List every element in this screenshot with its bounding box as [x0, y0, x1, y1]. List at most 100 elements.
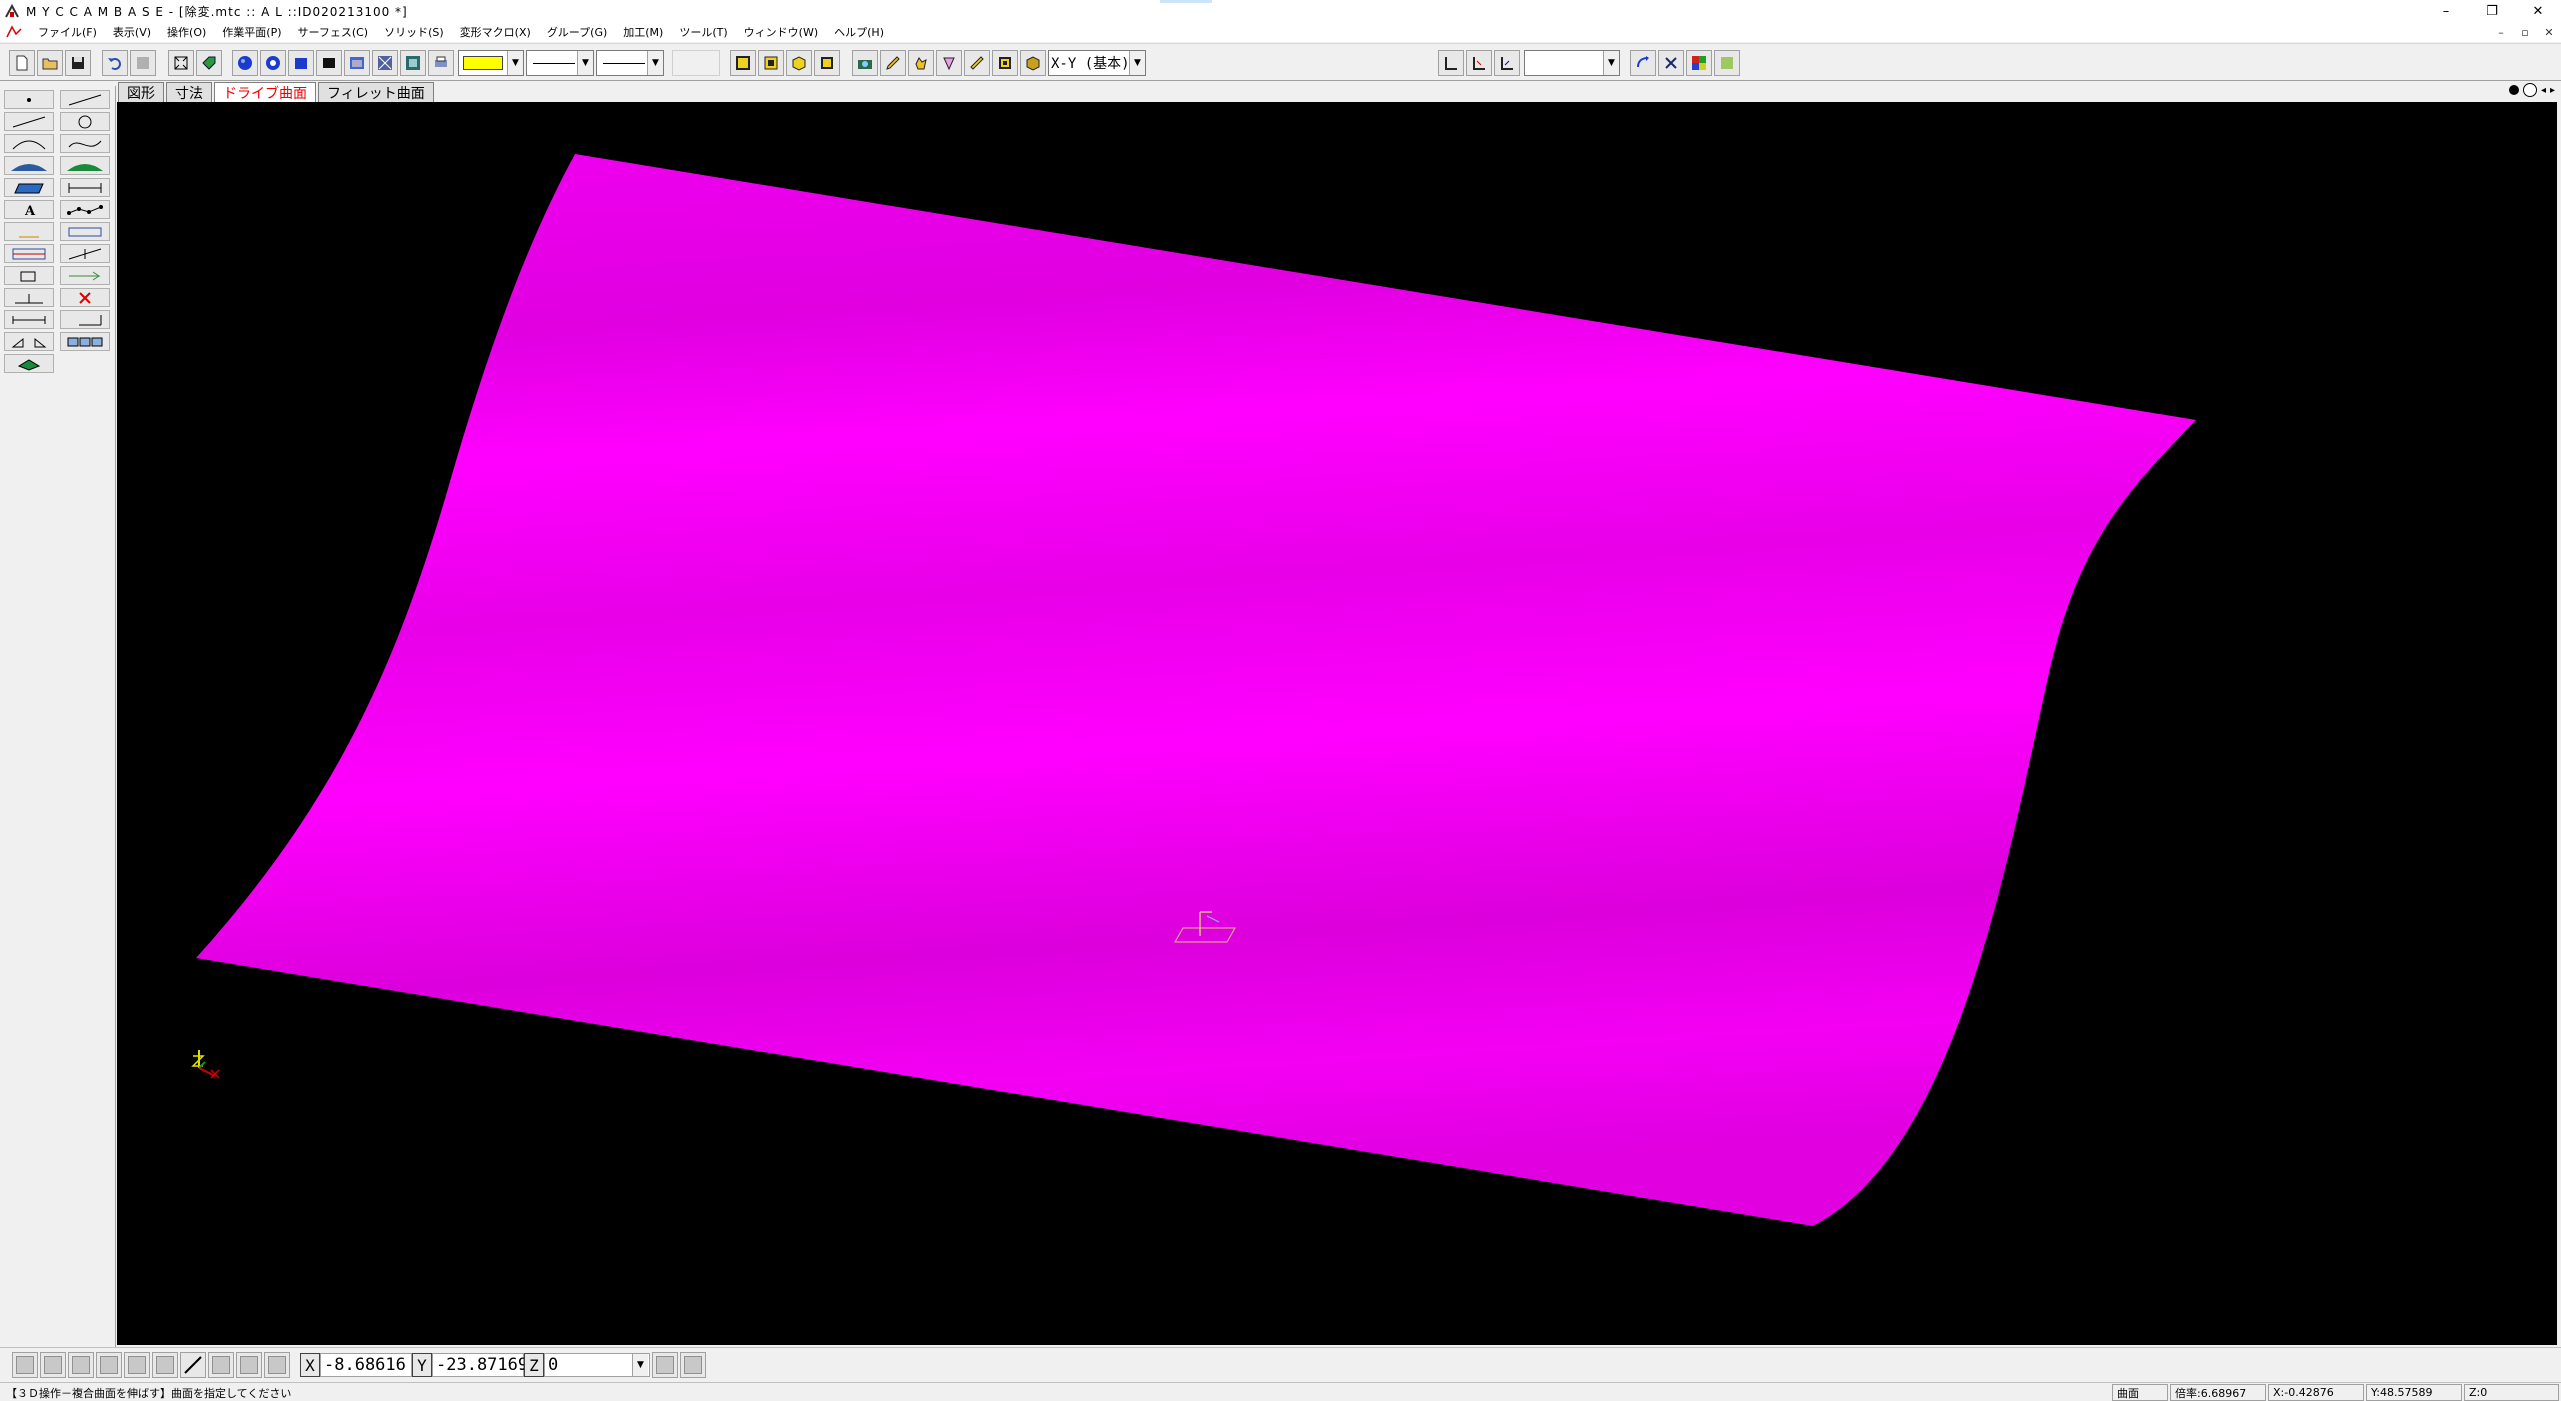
move-icon[interactable]: [4, 266, 54, 285]
minimize-button[interactable]: –: [2423, 0, 2469, 22]
surface2-icon[interactable]: [60, 156, 110, 175]
cross-delete-icon[interactable]: [1658, 50, 1684, 76]
chevron-down-icon[interactable]: ▼: [632, 1354, 648, 1376]
sphere-wire-icon[interactable]: [260, 50, 286, 76]
frame-icon[interactable]: [4, 244, 54, 263]
y-coord-input[interactable]: -23.87169: [432, 1353, 528, 1377]
hatch-icon[interactable]: [4, 222, 54, 241]
line-icon[interactable]: [60, 90, 110, 109]
window-view-icon[interactable]: [344, 50, 370, 76]
color-combo[interactable]: ▼: [458, 50, 524, 76]
print-icon[interactable]: [428, 50, 454, 76]
tab-drive-surface[interactable]: ドライブ曲面: [214, 82, 316, 102]
tag-icon[interactable]: [196, 50, 222, 76]
menu-tools[interactable]: ツール(T): [671, 24, 735, 40]
text-icon[interactable]: A: [4, 200, 54, 219]
ruler-icon[interactable]: [60, 222, 110, 241]
menu-view[interactable]: 表示(V): [105, 24, 159, 40]
camera-icon[interactable]: [852, 50, 878, 76]
snap-free-icon[interactable]: [208, 1352, 234, 1378]
snap-near-icon[interactable]: [124, 1352, 150, 1378]
mdi-minimize-button[interactable]: –: [2489, 22, 2513, 42]
view-plane-combo[interactable]: X-Y (基本) ▼: [1048, 50, 1146, 76]
scale-icon[interactable]: [60, 310, 110, 329]
dimension-icon[interactable]: [60, 178, 110, 197]
dot-icon[interactable]: [2508, 85, 2519, 95]
curve-arrow-icon[interactable]: [1630, 50, 1656, 76]
mdi-restore-button[interactable]: ▫: [2513, 22, 2537, 42]
hand-tool-icon[interactable]: [908, 50, 934, 76]
cancel-coord-icon[interactable]: [680, 1352, 706, 1378]
surface-icon[interactable]: [4, 156, 54, 175]
cross-grid-icon[interactable]: [372, 50, 398, 76]
select-solid-icon[interactable]: [786, 50, 812, 76]
apply-coord-icon[interactable]: [652, 1352, 678, 1378]
layer-status-icon[interactable]: [1714, 50, 1740, 76]
snap-grid-icon[interactable]: [152, 1352, 178, 1378]
layer-grid-icon[interactable]: [400, 50, 426, 76]
balloon-icon[interactable]: [936, 50, 962, 76]
chevron-down-icon[interactable]: ▼: [577, 51, 593, 75]
blank-tool[interactable]: [672, 50, 720, 76]
chevron-down-icon[interactable]: ▼: [647, 51, 663, 75]
snap-perp-icon[interactable]: [264, 1352, 290, 1378]
tab-fillet-surface[interactable]: フィレット曲面: [318, 82, 434, 102]
workplane-combo[interactable]: ▼: [1524, 50, 1620, 76]
menu-solid[interactable]: ソリッド(S): [376, 24, 452, 40]
snap-center-icon[interactable]: [68, 1352, 94, 1378]
line-style-combo[interactable]: ▼: [526, 50, 594, 76]
menu-transform-macro[interactable]: 変形マクロ(X): [452, 24, 539, 40]
spline-icon[interactable]: [60, 134, 110, 153]
line2-icon[interactable]: [4, 112, 54, 131]
point-icon[interactable]: [4, 90, 54, 109]
snap-intersect-icon[interactable]: [96, 1352, 122, 1378]
circle-icon[interactable]: [60, 112, 110, 131]
chevron-down-icon[interactable]: ▼: [507, 51, 523, 75]
cube-shade-icon[interactable]: [288, 50, 314, 76]
tab-dimension[interactable]: 寸法: [166, 82, 212, 102]
left-arrow-icon[interactable]: ◂: [2541, 85, 2546, 96]
undo-icon[interactable]: [102, 50, 128, 76]
new-file-icon[interactable]: [9, 50, 35, 76]
stop-tool-icon[interactable]: [992, 50, 1018, 76]
arc-icon[interactable]: [4, 134, 54, 153]
fit-view-icon[interactable]: [168, 50, 194, 76]
measure-tool-icon[interactable]: [964, 50, 990, 76]
save-icon[interactable]: [65, 50, 91, 76]
menu-window[interactable]: ウィンドウ(W): [736, 24, 826, 40]
pen-tool-icon[interactable]: [880, 50, 906, 76]
axis-yz-icon[interactable]: [1494, 50, 1520, 76]
sphere-shade-icon[interactable]: [232, 50, 258, 76]
close-button[interactable]: ✕: [2515, 0, 2561, 22]
mirror-icon[interactable]: [4, 332, 54, 351]
menu-help[interactable]: ヘルプ(H): [826, 24, 892, 40]
circle-icon[interactable]: [2522, 83, 2537, 97]
select-box-icon[interactable]: [814, 50, 840, 76]
menu-operation[interactable]: 操作(O): [159, 24, 214, 40]
menu-machining[interactable]: 加工(M): [615, 24, 671, 40]
select-group-icon[interactable]: [758, 50, 784, 76]
solid-icon[interactable]: [4, 178, 54, 197]
arrow-icon[interactable]: [60, 266, 110, 285]
snap-ortho-icon[interactable]: [180, 1352, 206, 1378]
axis-xy-icon[interactable]: [1438, 50, 1464, 76]
menu-surface[interactable]: サーフェス(C): [290, 24, 377, 40]
solid-cube-icon[interactable]: [1020, 50, 1046, 76]
document-icon[interactable]: [6, 25, 22, 39]
x-coord-input[interactable]: -8.68616: [320, 1353, 412, 1377]
slash-icon[interactable]: [60, 244, 110, 263]
polyline-icon[interactable]: [60, 200, 110, 219]
snap-tangent-icon[interactable]: [236, 1352, 262, 1378]
open-folder-icon[interactable]: [37, 50, 63, 76]
layer-icon[interactable]: [4, 354, 54, 373]
chevron-down-icon[interactable]: ▼: [1603, 51, 1619, 75]
menu-workplane[interactable]: 作業平面(P): [214, 24, 289, 40]
3d-viewport[interactable]: [117, 102, 2557, 1345]
snap-mid-icon[interactable]: [40, 1352, 66, 1378]
distance-icon[interactable]: [4, 310, 54, 329]
select-rect-icon[interactable]: [730, 50, 756, 76]
color-palette-icon[interactable]: [1686, 50, 1712, 76]
restore-button[interactable]: ❐: [2469, 0, 2515, 22]
rotate-icon[interactable]: [4, 288, 54, 307]
black-box-icon[interactable]: [316, 50, 342, 76]
